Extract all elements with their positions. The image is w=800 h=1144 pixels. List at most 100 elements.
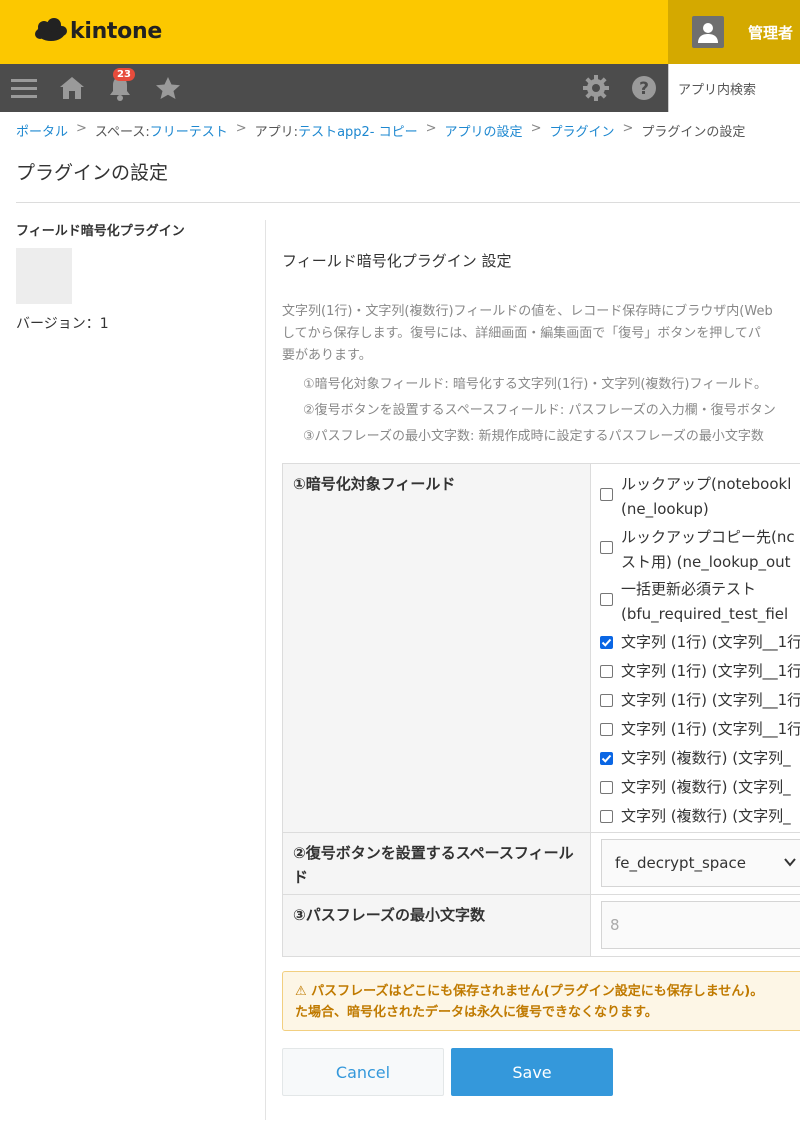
min-length-input[interactable]: 8 [601,901,800,949]
home-button[interactable] [58,64,86,112]
breadcrumb-app[interactable]: テストapp2- コピー [298,121,418,140]
target-field-label-line: スト用) (ne_lookup_out [621,553,791,571]
space-field-selected-value: fe_decrypt_space [615,854,746,872]
target-field-checkbox-row[interactable]: 文字列 (1行) (文字列__1行 [600,688,800,713]
checkbox-unchecked[interactable] [600,723,613,736]
checkbox-unchecked[interactable] [600,810,613,823]
breadcrumb-current: プラグインの設定 [641,125,746,140]
breadcrumb-separator: > [76,121,87,136]
target-field-checkbox-row[interactable]: 一括更新必須テスト (bfu_required_test_fiel [600,577,788,627]
svg-text:?: ? [639,79,649,99]
settings-title: フィールド暗号化プラグイン 設定 [282,252,512,270]
target-field-label-line: 文字列 (1行) (文字列__1行 [621,662,800,680]
target-field-label: 文字列 (複数行) (文字列_ [621,746,791,771]
user-name: 管理者 [748,23,794,42]
check-icon [601,754,612,763]
target-field-checkbox-row[interactable]: ルックアップコピー先(nc スト用) (ne_lookup_out [600,525,795,575]
breadcrumb-separator: > [530,121,542,136]
target-field-checkbox-row[interactable]: 文字列 (複数行) (文字列_ [600,775,791,800]
target-field-checkbox-row[interactable]: 文字列 (1行) (文字列__1行 [600,630,800,655]
user-menu[interactable]: 管理者 [668,0,800,64]
target-field-label: 文字列 (1行) (文字列__1行 [621,659,800,684]
star-icon [156,77,180,99]
settings-item-list: ①暗号化対象フィールド: 暗号化する文字列(1行)・文字列(複数行)フィールド。… [303,372,776,450]
gear-icon [583,75,609,101]
checkbox-checked[interactable] [600,752,613,765]
logo-text: kintone [70,18,162,44]
checkbox-unchecked[interactable] [600,781,613,794]
plugin-version: バージョン：1 [16,316,109,332]
settings-item: ③パスフレーズの最小文字数: 新規作成時に設定するパスフレーズの最小文字数 [303,429,764,444]
help-icon: ? [632,76,656,100]
breadcrumb-app-prefix: アプリ: [254,125,299,140]
target-field-checkbox-row[interactable]: 文字列 (複数行) (文字列_ [600,804,791,829]
target-field-label-line: (bfu_required_test_fiel [621,605,789,623]
settings-description: 文字列(1行)・文字列(複数行)フィールドの値を、レコード保存時にブラウザ内(W… [282,301,800,367]
page-title: プラグインの設定 [16,162,169,184]
target-field-checkbox-row[interactable]: 文字列 (複数行) (文字列_ [600,746,791,771]
target-field-label-line: ルックアップコピー先(nc [621,528,795,546]
chevron-down-icon [784,858,796,867]
panel-divider [265,220,266,1120]
space-field-select[interactable]: fe_decrypt_space [601,839,800,887]
target-field-label: 文字列 (1行) (文字列__1行 [621,630,800,655]
target-field-label: 文字列 (1行) (文字列__1行 [621,717,800,742]
cancel-button[interactable]: Cancel [282,1048,444,1096]
warning-message: ⚠ パスフレーズはどこにも保存されません(プラグイン設定にも保存しません)。 た… [282,971,800,1031]
target-field-label: 文字列 (複数行) (文字列_ [621,775,791,800]
plugin-icon [16,248,72,304]
checkbox-unchecked[interactable] [600,488,613,501]
target-field-label: 文字列 (複数行) (文字列_ [621,804,791,829]
breadcrumb-space-prefix: スペース: [94,125,150,140]
breadcrumb-portal[interactable]: ポータル [16,121,68,140]
app-search-input[interactable]: アプリ内検索 [668,64,800,112]
target-fields-label: ①暗号化対象フィールド [282,463,591,833]
user-icon [698,23,718,43]
breadcrumb-separator: > [622,121,634,136]
target-field-checkbox-row[interactable]: 文字列 (1行) (文字列__1行 [600,717,800,742]
checkbox-unchecked[interactable] [600,541,613,554]
target-field-label: 一括更新必須テスト (bfu_required_test_fiel [621,577,788,627]
target-field-label-line: 一括更新必須テスト [621,580,757,598]
target-field-label-line: 文字列 (1行) (文字列__1行 [621,720,800,738]
save-button[interactable]: Save [451,1048,613,1096]
target-field-label: ルックアップ(notebookl (ne_lookup) [621,472,791,522]
breadcrumb: ポータル > スペース: フリーテスト > アプリ: テストapp2- コピー … [16,121,745,140]
description-line: してから保存します。復号には、詳細画面・編集画面で「復号」ボタンを押してパ [282,326,761,341]
hamburger-icon [11,79,37,98]
checkbox-checked[interactable] [600,636,613,649]
breadcrumb-space[interactable]: フリーテスト [150,121,228,140]
favorites-button[interactable] [154,64,182,112]
target-field-checkbox-row[interactable]: 文字列 (1行) (文字列__1行 [600,659,800,684]
target-field-label-line: 文字列 (複数行) (文字列_ [621,807,791,825]
kintone-logo[interactable]: kintone [34,18,162,44]
target-field-label: 文字列 (1行) (文字列__1行 [621,688,800,713]
checkbox-unchecked[interactable] [600,665,613,678]
settings-item: ②復号ボタンを設置するスペースフィールド: パスフレーズの入力欄・復号ボタン [303,403,776,418]
check-icon [601,638,612,647]
target-field-label-line: 文字列 (1行) (文字列__1行 [621,633,800,651]
space-field-label: ②復号ボタンを設置するスペースフィールド [282,832,591,895]
help-button[interactable]: ? [630,64,658,112]
description-line: 要があります。 [282,348,372,363]
breadcrumb-app-settings[interactable]: アプリの設定 [445,121,523,140]
checkbox-unchecked[interactable] [600,694,613,707]
checkbox-unchecked[interactable] [600,593,613,606]
settings-button[interactable] [582,64,610,112]
cloud-logo-icon [35,18,67,41]
target-field-label: ルックアップコピー先(nc スト用) (ne_lookup_out [621,525,795,575]
breadcrumb-plugins[interactable]: プラグイン [549,121,614,140]
target-field-label-line: (ne_lookup) [621,500,709,518]
description-line: 文字列(1行)・文字列(複数行)フィールドの値を、レコード保存時にブラウザ内(W… [282,304,773,319]
top-header: kintone 管理者 [0,0,800,64]
breadcrumb-separator: > [235,121,247,136]
target-field-checkbox-row[interactable]: ルックアップ(notebookl (ne_lookup) [600,472,791,522]
min-length-label: ③パスフレーズの最小文字数 [282,894,591,957]
home-icon [60,77,84,99]
target-field-label-line: 文字列 (1行) (文字列__1行 [621,691,800,709]
divider [16,202,800,203]
warning-line: た場合、暗号化されたデータは永久に復号できなくなります。 [295,1005,658,1020]
breadcrumb-separator: > [425,121,437,136]
target-field-label-line: ルックアップ(notebookl [621,475,792,493]
menu-button[interactable] [10,64,38,112]
